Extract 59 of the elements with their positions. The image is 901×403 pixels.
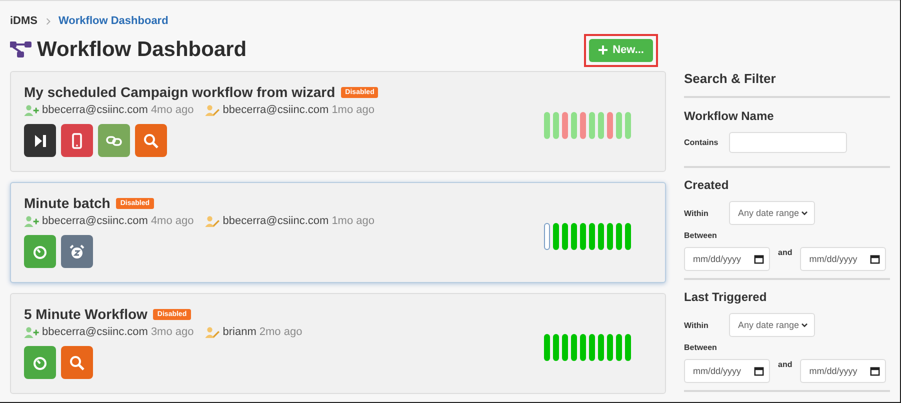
modified-time: 2mo ago xyxy=(259,326,302,338)
date-field[interactable]: mm/dd/yyyy xyxy=(684,359,770,383)
caret-icon xyxy=(801,210,808,216)
field-label: Between xyxy=(684,343,718,352)
user-pencil-icon xyxy=(204,216,220,226)
date-field[interactable]: mm/dd/yyyy xyxy=(800,247,886,271)
search-icon xyxy=(143,132,159,148)
phone-icon xyxy=(69,132,85,148)
modifier-name: brianm xyxy=(222,326,256,338)
workflow-name: 5 Minute Workflow xyxy=(24,306,148,322)
field-label: Between xyxy=(684,231,718,240)
field-label: Within xyxy=(684,320,710,330)
date-range-select[interactable]: Any date range xyxy=(729,201,815,225)
action-button[interactable] xyxy=(24,124,56,157)
section-title: Workflow Name xyxy=(684,109,775,123)
modified-time: 1mo ago xyxy=(332,104,374,116)
timer-icon xyxy=(32,354,48,370)
creator-email: bbecerra@csiinc.com xyxy=(42,215,148,227)
page-title: Workflow Dashboard xyxy=(37,38,247,62)
workflow-name: My scheduled Campaign workflow from wizard xyxy=(24,84,336,100)
field-label: Within xyxy=(684,208,710,218)
modified-time: 1mo ago xyxy=(332,215,374,227)
search-icon xyxy=(69,354,85,370)
chevron-icon xyxy=(46,18,50,24)
workflow-icon xyxy=(10,41,32,59)
created-time: 4mo ago xyxy=(150,104,194,116)
filter-title: Search & Filter xyxy=(684,71,890,98)
date-field[interactable]: mm/dd/yyyy xyxy=(684,247,770,271)
modifier-name: bbecerra@csiinc.com xyxy=(222,104,329,116)
section-title: Last Triggered xyxy=(684,290,768,304)
calendar-icon xyxy=(754,254,764,264)
modifier-name: bbecerra@csiinc.com xyxy=(222,215,329,227)
skip-icon xyxy=(32,132,48,148)
and-label: and xyxy=(778,248,792,257)
creator-email: bbecerra@csiinc.com xyxy=(42,104,148,116)
calendar-icon xyxy=(870,254,880,264)
calendar-icon xyxy=(754,366,764,376)
plus-icon xyxy=(598,45,608,55)
field-label: Contains xyxy=(684,138,717,147)
caret-icon xyxy=(801,322,808,328)
created-time: 3mo ago xyxy=(150,326,194,338)
input-field[interactable] xyxy=(729,132,847,153)
workflow-name: Minute batch xyxy=(24,195,110,211)
creator-email: bbecerra@csiinc.com xyxy=(42,326,148,338)
timer-icon xyxy=(32,244,48,260)
date-field[interactable]: mm/dd/yyyy xyxy=(800,359,886,383)
section-title: Created xyxy=(684,178,730,192)
user-plus-icon xyxy=(24,326,39,338)
created-time: 4mo ago xyxy=(150,215,194,227)
breadcrumb-link[interactable]: Workflow Dashboard xyxy=(58,15,168,27)
user-plus-icon xyxy=(24,216,39,226)
and-label: and xyxy=(778,360,792,369)
breadcrumb-item: iDMS xyxy=(10,15,38,27)
user-pencil-icon xyxy=(204,104,220,116)
user-pencil-icon xyxy=(204,326,220,338)
date-range-select[interactable]: Any date range xyxy=(729,313,815,337)
user-plus-icon xyxy=(24,104,39,116)
alarm-clock-icon xyxy=(69,244,85,260)
calendar-icon xyxy=(870,366,880,376)
